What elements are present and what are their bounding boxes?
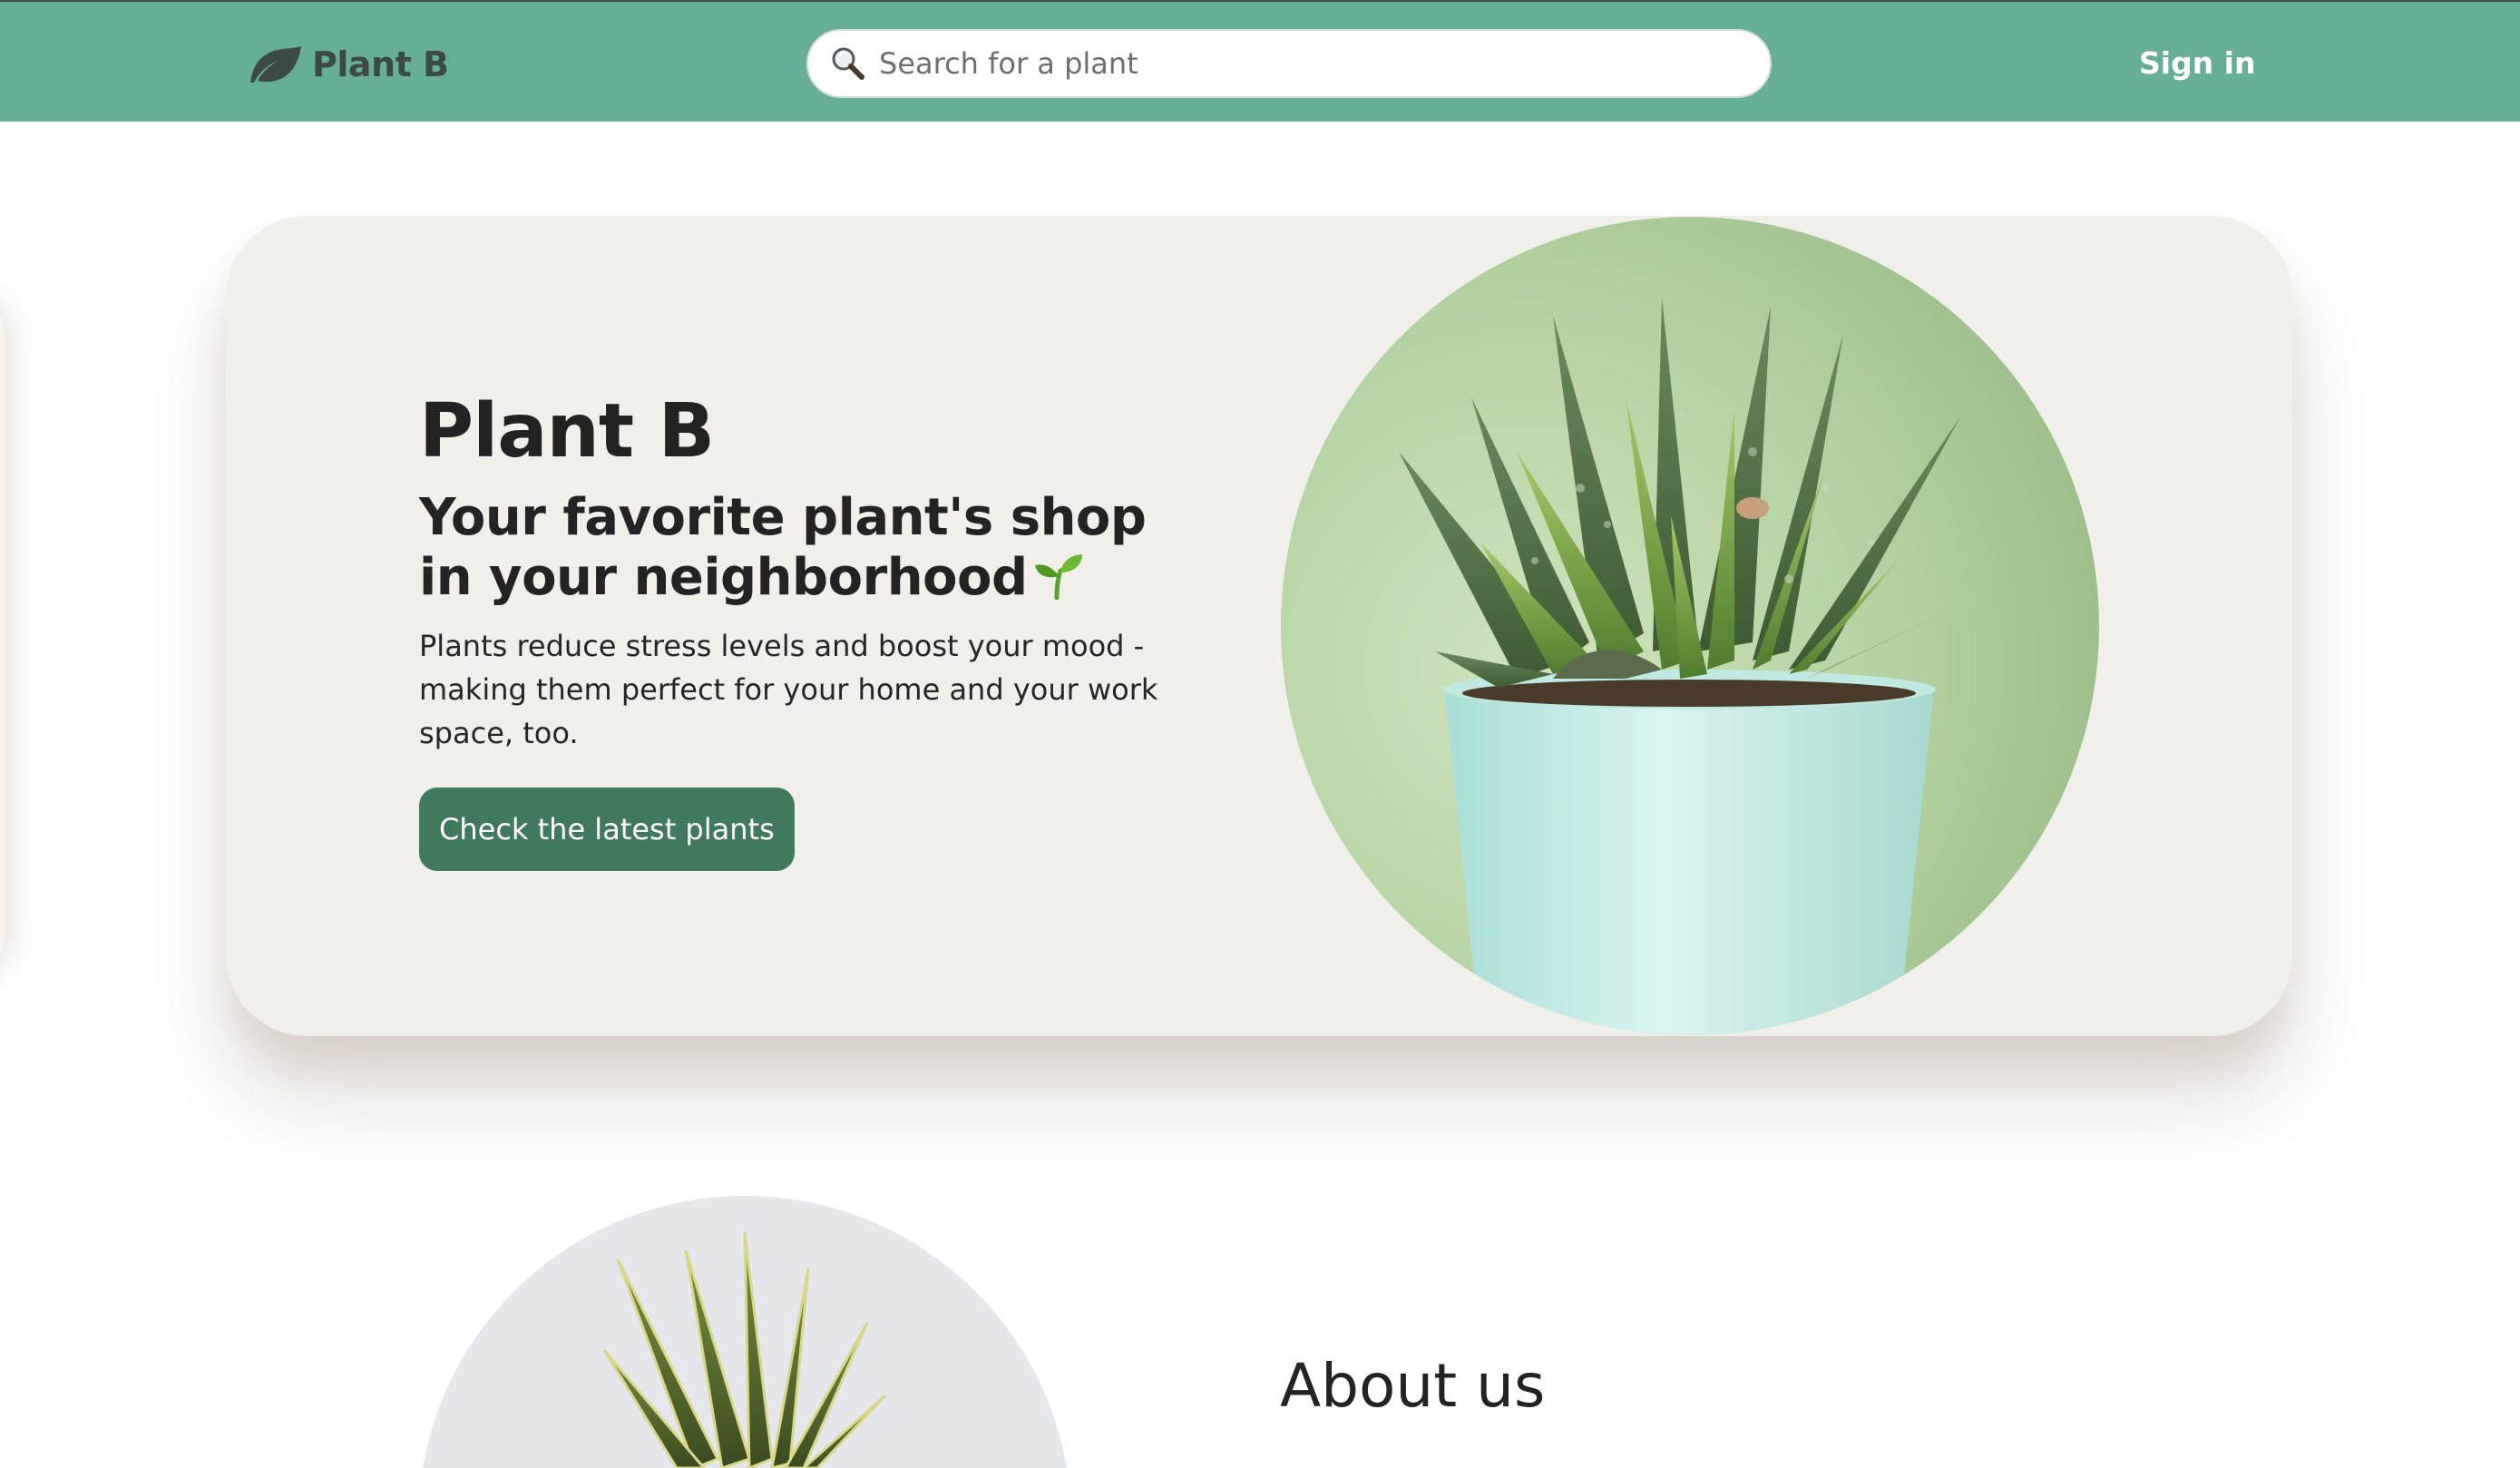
hero-subtitle: Your favorite plant's shop in your neigh… xyxy=(419,488,1199,608)
hero-title: Plant B xyxy=(419,388,715,475)
hero-description: Plants reduce stress levels and boost yo… xyxy=(419,629,1158,750)
search-bar[interactable] xyxy=(806,29,1772,98)
brand-link[interactable]: Plant B xyxy=(247,42,449,87)
search-input[interactable] xyxy=(879,46,1750,81)
sprout-icon xyxy=(1034,554,1082,600)
check-latest-plants-button[interactable]: Check the latest plants xyxy=(419,788,795,871)
search-icon xyxy=(832,47,864,80)
hero-card: Plant B Your favorite plant's shop in yo… xyxy=(226,216,2292,1036)
about-us-heading: About us xyxy=(1280,1351,1546,1421)
navbar: Plant B Sign in xyxy=(0,0,2520,122)
sign-in-link[interactable]: Sign in xyxy=(2139,40,2256,85)
snake-plant-image xyxy=(423,1196,1067,1468)
brand-name: Plant B xyxy=(312,44,449,84)
carousel-previous-card-edge xyxy=(0,299,5,971)
leaf-icon xyxy=(250,46,301,83)
succulent-plant-image xyxy=(1281,217,2099,1035)
hero-text: Plant B Your favorite plant's shop in yo… xyxy=(419,388,1199,871)
